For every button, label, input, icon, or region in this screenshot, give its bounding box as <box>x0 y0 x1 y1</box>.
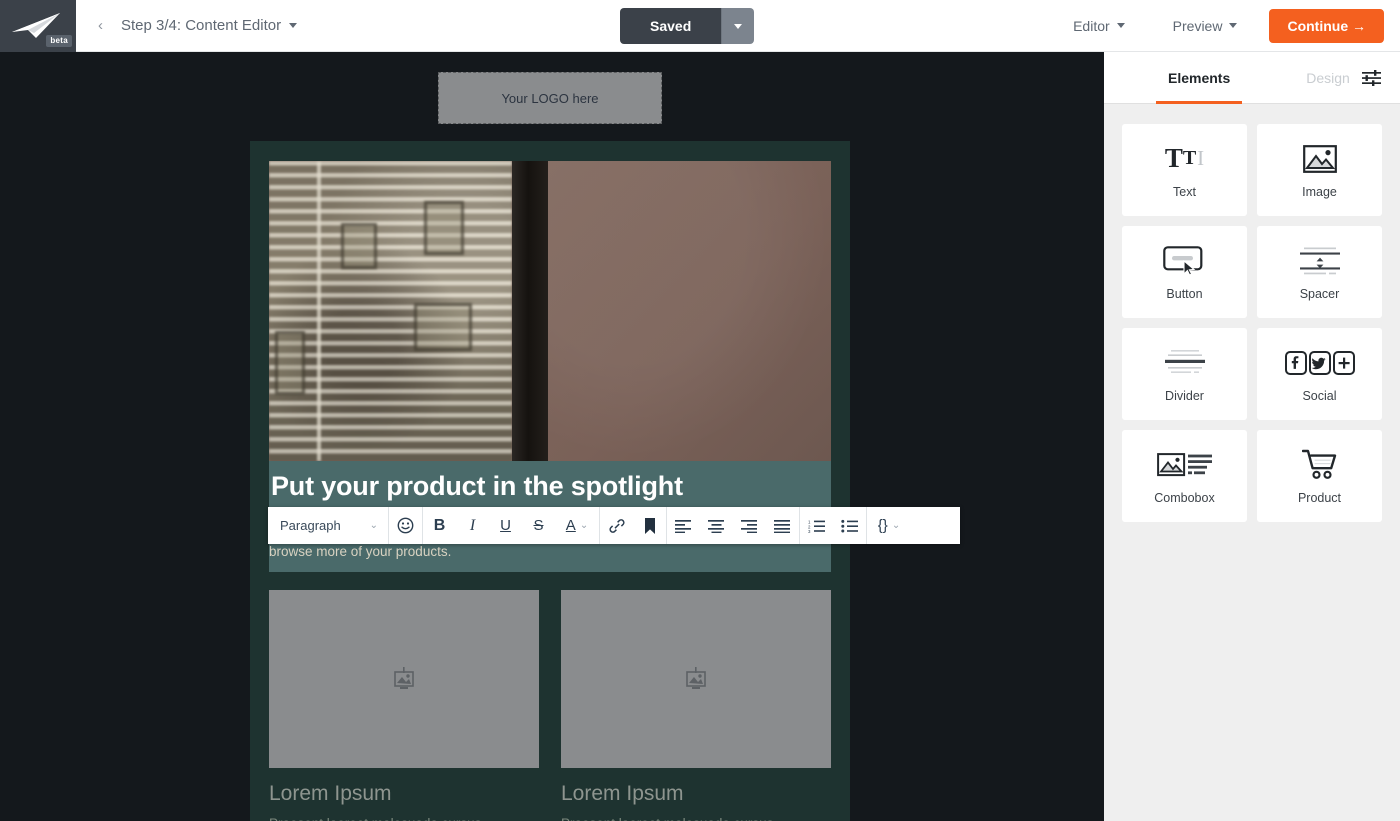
bullet-list-icon[interactable] <box>833 507 866 544</box>
toolbar-group-merge-tag: {} ⌄ <box>867 507 911 544</box>
product-card-heading: Lorem Ipsum <box>269 781 392 805</box>
product-card-heading: Lorem Ipsum <box>561 781 684 805</box>
right-panel: Elements Design TTI Text Image Button Sp… <box>1102 52 1400 821</box>
top-bar-actions: Editor Preview Continue → <box>1049 8 1400 43</box>
chevron-down-icon: ⌄ <box>369 520 378 531</box>
product-card-paragraph: Praesent laoreet malesuada cursus. Maece… <box>269 814 539 821</box>
align-center-icon[interactable] <box>700 507 733 544</box>
link-icon[interactable] <box>600 507 633 544</box>
logo-placeholder[interactable]: Your LOGO here <box>438 72 662 124</box>
product-card-row: Lorem Ipsum Praesent laoreet malesuada c… <box>269 589 831 821</box>
toolbar-group-lists: 1 2 3 <box>800 507 867 544</box>
editor-menu-label: Editor <box>1073 17 1110 34</box>
element-card-text[interactable]: TTI Text <box>1122 124 1247 216</box>
underline-icon[interactable]: U <box>489 507 522 544</box>
rich-text-toolbar: Paragraph ⌄ B I U S A ⌄ 1 2 3 {} ⌄ <box>268 507 960 544</box>
panel-tabs: Elements Design <box>1104 52 1400 104</box>
chevron-down-icon: ⌄ <box>579 520 589 531</box>
chevron-down-icon <box>289 23 298 28</box>
beta-badge: beta <box>46 34 72 47</box>
toolbar-group-typography: B I U S A ⌄ <box>423 507 600 544</box>
svg-text:3: 3 <box>808 529 811 533</box>
hero-heading: Put your product in the spotlight <box>271 471 683 501</box>
step-selector-label: Step 3/4: Content Editor <box>121 17 282 34</box>
product-card: Lorem Ipsum Praesent laoreet malesuada c… <box>269 589 539 821</box>
product-card-image[interactable] <box>561 589 831 768</box>
italic-icon[interactable]: I <box>456 507 489 544</box>
product-card-paragraph: Praesent laoreet malesuada cursus. Maece… <box>561 814 831 821</box>
save-button[interactable]: Saved <box>620 8 722 44</box>
broken-image-icon <box>686 666 706 689</box>
merge-tag-glyph: {} <box>877 517 888 534</box>
social-icon <box>1284 346 1355 380</box>
element-card-image[interactable]: Image <box>1257 124 1382 216</box>
sliders-icon[interactable] <box>1361 69 1381 86</box>
product-card: Lorem Ipsum Praesent laoreet malesuada c… <box>561 589 831 821</box>
tab-design[interactable]: Design <box>1294 52 1362 104</box>
element-label: Image <box>1302 184 1337 199</box>
element-label: Divider <box>1165 388 1204 403</box>
hero-image-frame-post <box>512 161 548 461</box>
text-icon: TTI <box>1164 143 1205 173</box>
strikethrough-icon[interactable]: S <box>522 507 555 544</box>
block-format-select[interactable]: Paragraph ⌄ <box>268 507 388 544</box>
bookmark-icon[interactable] <box>633 507 666 544</box>
preview-menu[interactable]: Preview <box>1149 18 1262 34</box>
merge-tag-icon[interactable]: {} ⌄ <box>867 507 911 544</box>
chevron-down-icon <box>734 23 743 29</box>
back-button[interactable]: ‹ <box>98 18 103 33</box>
chevron-down-icon: ⌄ <box>891 520 901 531</box>
divider-icon <box>1164 346 1206 380</box>
product-icon <box>1301 448 1338 482</box>
element-label: Product <box>1297 490 1342 505</box>
step-selector[interactable]: Step 3/4: Content Editor <box>121 17 298 34</box>
toolbar-group-emoji <box>389 507 423 544</box>
save-control: Saved <box>620 8 755 44</box>
app-logo[interactable]: beta <box>0 0 76 52</box>
element-card-spacer[interactable]: Spacer <box>1257 226 1382 318</box>
image-icon <box>1302 142 1337 176</box>
ordered-list-icon[interactable]: 1 2 3 <box>800 507 833 544</box>
element-card-product[interactable]: Product <box>1257 430 1382 522</box>
element-label: Button <box>1166 286 1203 301</box>
combobox-icon <box>1156 448 1213 482</box>
editor-canvas[interactable]: Your LOGO here Put your product in the s… <box>0 52 1102 821</box>
preview-menu-label: Preview <box>1172 17 1223 34</box>
hero-image-wall <box>548 161 831 461</box>
broken-image-icon <box>394 666 414 689</box>
editor-menu[interactable]: Editor <box>1049 18 1149 34</box>
product-card-image[interactable] <box>269 589 539 768</box>
bold-icon[interactable]: B <box>423 507 456 544</box>
button-icon <box>1162 244 1207 278</box>
tab-elements[interactable]: Elements <box>1156 52 1243 104</box>
toolbar-group-insert <box>600 507 667 544</box>
continue-button[interactable]: Continue → <box>1269 8 1384 43</box>
chevron-down-icon <box>1229 23 1238 28</box>
element-label: Social <box>1302 388 1337 403</box>
emoji-icon[interactable] <box>389 507 422 544</box>
element-card-social[interactable]: Social <box>1257 328 1382 420</box>
element-card-divider[interactable]: Divider <box>1122 328 1247 420</box>
email-body: Put your product in the spotlight Use th… <box>250 141 850 821</box>
toolbar-group-align <box>667 507 800 544</box>
align-left-icon[interactable] <box>667 507 700 544</box>
align-justify-icon[interactable] <box>766 507 799 544</box>
text-color-icon[interactable]: A ⌄ <box>555 507 599 544</box>
toolbar-group-format: Paragraph ⌄ <box>268 507 389 544</box>
align-right-icon[interactable] <box>733 507 766 544</box>
email-template: Your LOGO here Put your product in the s… <box>250 52 850 821</box>
hero-image[interactable] <box>269 161 831 461</box>
element-label: Spacer <box>1299 286 1340 301</box>
block-format-value: Paragraph <box>280 518 341 533</box>
top-bar: beta ‹ Step 3/4: Content Editor Saved Ed… <box>0 0 1400 52</box>
element-label: Text <box>1173 184 1196 199</box>
elements-grid: TTI Text Image Button Spacer Divider Soc… <box>1104 104 1400 542</box>
chevron-down-icon <box>1116 23 1125 28</box>
save-dropdown-button[interactable] <box>721 8 755 44</box>
element-label: Combobox <box>1154 490 1215 505</box>
spacer-icon <box>1299 244 1341 278</box>
element-card-button[interactable]: Button <box>1122 226 1247 318</box>
element-card-combobox[interactable]: Combobox <box>1122 430 1247 522</box>
